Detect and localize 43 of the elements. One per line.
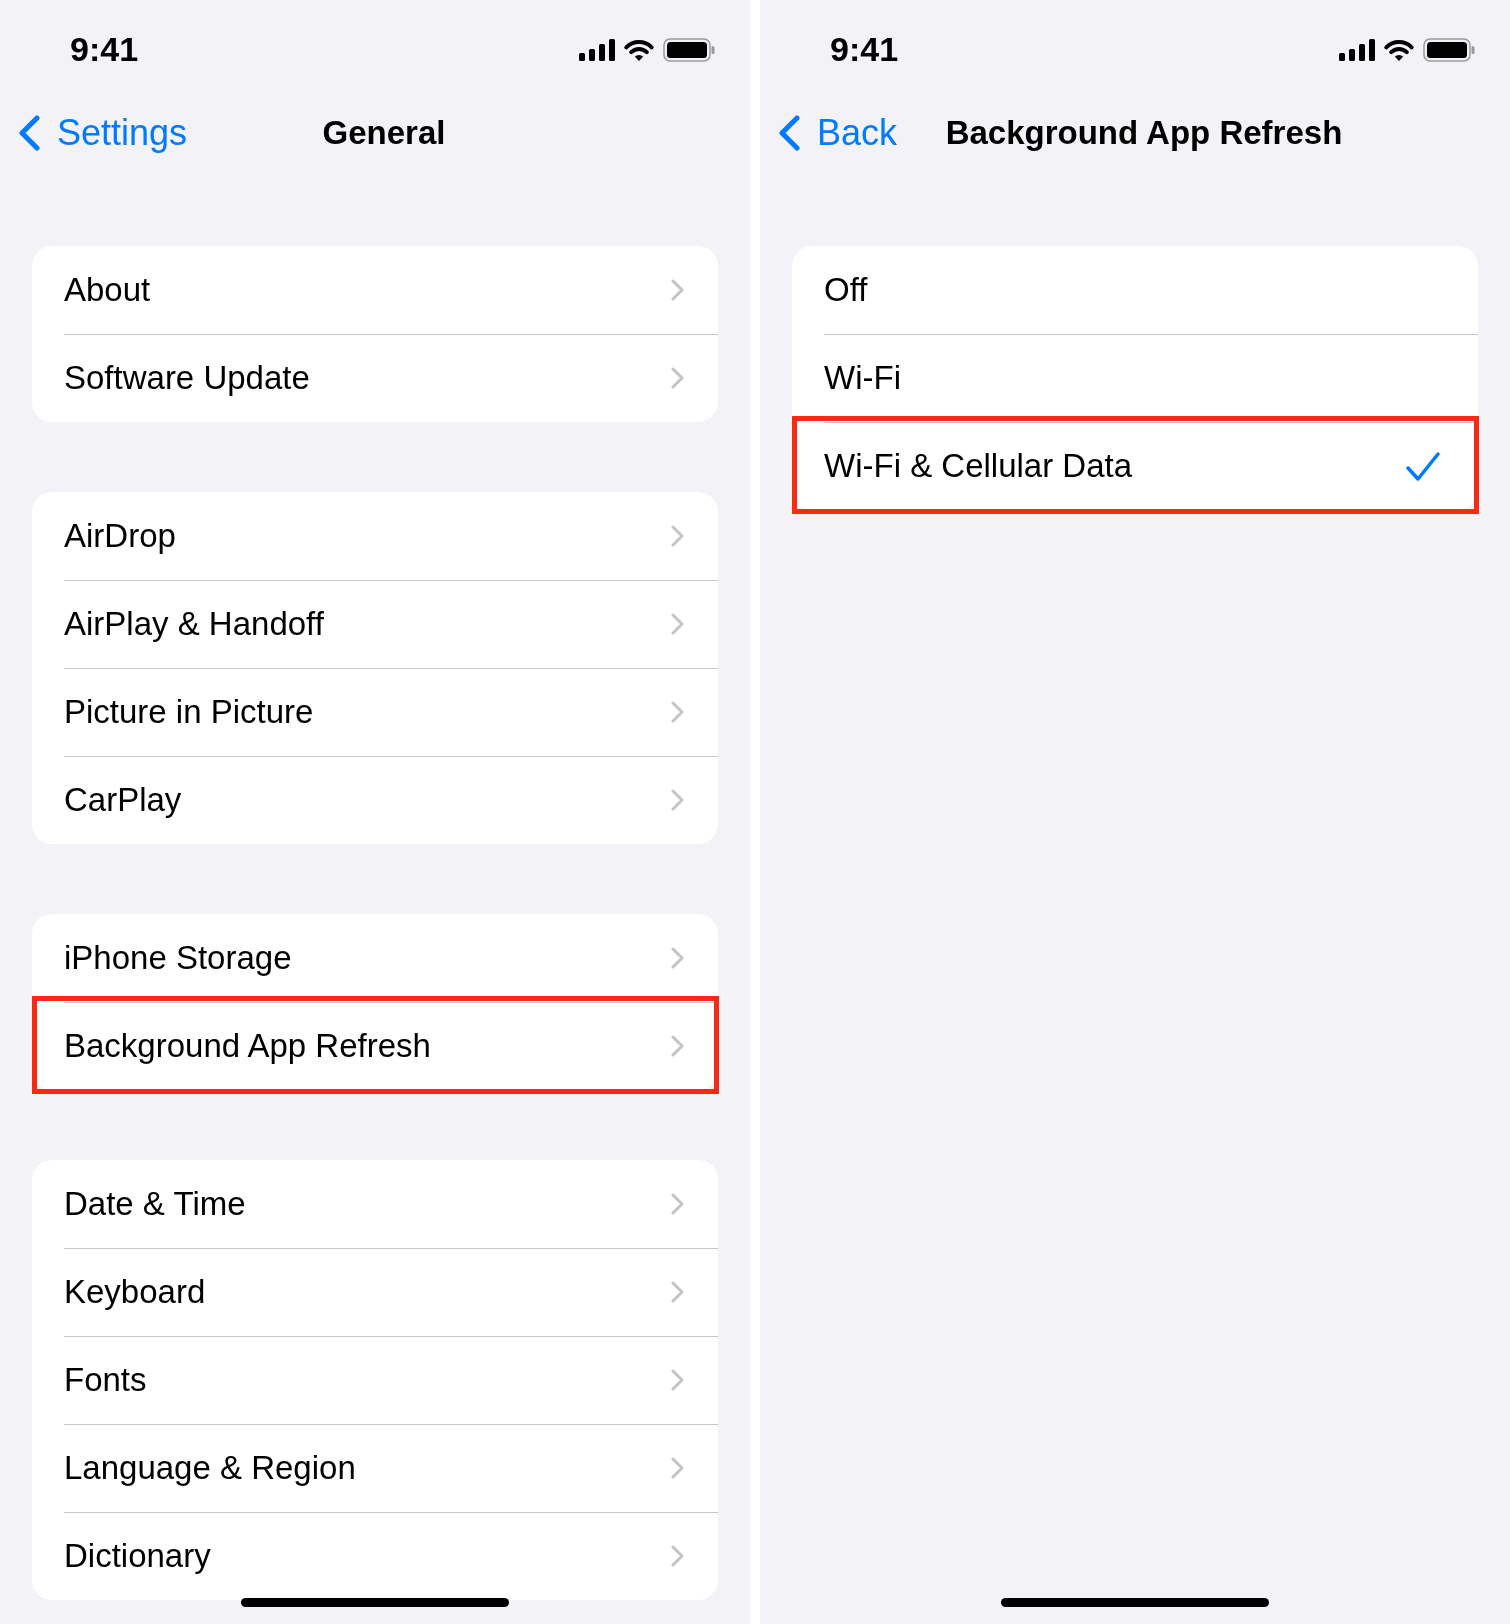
battery-icon	[663, 38, 715, 62]
settings-row[interactable]: Language & Region	[32, 1424, 718, 1512]
option-row[interactable]: Wi-Fi & Cellular Data	[792, 422, 1478, 510]
settings-row[interactable]: Fonts	[32, 1336, 718, 1424]
chevron-left-icon	[778, 115, 800, 151]
option-row[interactable]: Off	[792, 246, 1478, 334]
chevron-right-icon	[671, 1545, 684, 1567]
screen-title: Background App Refresh	[945, 113, 1343, 153]
settings-row[interactable]: Background App Refresh	[32, 1002, 718, 1090]
chevron-right-icon	[671, 947, 684, 969]
settings-row[interactable]: CarPlay	[32, 756, 718, 844]
signal-icon	[1339, 39, 1375, 61]
settings-row[interactable]: AirPlay & Handoff	[32, 580, 718, 668]
chevron-right-icon	[671, 1281, 684, 1303]
settings-row[interactable]: AirDrop	[32, 492, 718, 580]
screen-title: General	[322, 113, 446, 153]
signal-icon	[579, 39, 615, 61]
settings-row[interactable]: Software Update	[32, 334, 718, 422]
chevron-left-icon	[18, 115, 40, 151]
option-row[interactable]: Wi-Fi	[792, 334, 1478, 422]
battery-icon	[1423, 38, 1475, 62]
chevron-right-icon	[671, 1457, 684, 1479]
status-time: 9:41	[70, 31, 139, 69]
chevron-right-icon	[671, 367, 684, 389]
wifi-icon	[622, 38, 656, 62]
settings-row[interactable]: Keyboard	[32, 1248, 718, 1336]
chevron-right-icon	[671, 613, 684, 635]
chevron-right-icon	[671, 525, 684, 547]
chevron-right-icon	[671, 1035, 684, 1057]
status-time: 9:41	[830, 31, 899, 69]
wifi-icon	[1382, 38, 1416, 62]
back-button[interactable]: Settings	[18, 111, 188, 155]
settings-row[interactable]: iPhone Storage	[32, 914, 718, 1002]
chevron-right-icon	[671, 279, 684, 301]
chevron-right-icon	[671, 1193, 684, 1215]
back-button[interactable]: Back	[778, 111, 898, 155]
settings-row[interactable]: Date & Time	[32, 1160, 718, 1248]
settings-row[interactable]: Dictionary	[32, 1512, 718, 1600]
settings-row[interactable]: About	[32, 246, 718, 334]
chevron-right-icon	[671, 789, 684, 811]
settings-row[interactable]: Picture in Picture	[32, 668, 718, 756]
chevron-right-icon	[671, 701, 684, 723]
chevron-right-icon	[671, 1369, 684, 1391]
